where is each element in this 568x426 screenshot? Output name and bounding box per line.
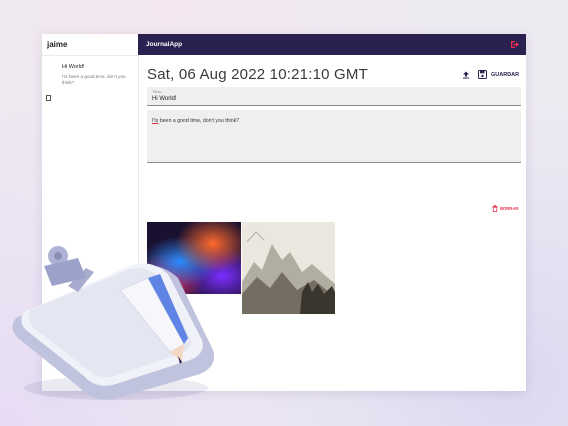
top-bar: JournalApp xyxy=(138,34,526,55)
body-field[interactable]: I'ts been a good time, don't you think? xyxy=(147,110,521,163)
title-field[interactable]: Título Hi World! xyxy=(147,87,521,106)
logout-icon[interactable] xyxy=(510,40,520,49)
note-image-mountain-painting[interactable] xyxy=(242,222,335,314)
app-title: JournalApp xyxy=(146,41,183,48)
clipboard-illustration xyxy=(12,246,215,400)
body-input[interactable]: I'ts been a good time, don't you think? xyxy=(152,118,239,124)
sidebar-user-name: jaime xyxy=(42,34,138,56)
sidebar-entry[interactable]: Hi World! I'ts been a good time, don't y… xyxy=(42,56,138,101)
title-input[interactable]: Hi World! xyxy=(152,96,177,102)
mountain-painting xyxy=(242,222,335,314)
note-date: Sat, 06 Aug 2022 10:21:10 GMT xyxy=(147,66,368,83)
entry-preview: I'ts been a good time, don't you think? xyxy=(62,74,126,85)
save-label: GUARDAR xyxy=(491,71,520,78)
delete-label: BORRAR xyxy=(500,206,519,211)
title-label: Título xyxy=(152,90,162,94)
save-button[interactable]: GUARDAR xyxy=(478,69,519,80)
delete-button[interactable]: BORRAR xyxy=(492,205,518,212)
trash-icon xyxy=(492,205,498,212)
entry-title: Hi World! xyxy=(62,64,85,70)
save-icon xyxy=(478,70,487,79)
note-icon xyxy=(46,95,51,101)
upload-icon[interactable] xyxy=(462,71,470,79)
body-text: been a good time, don't you think? xyxy=(158,118,240,124)
